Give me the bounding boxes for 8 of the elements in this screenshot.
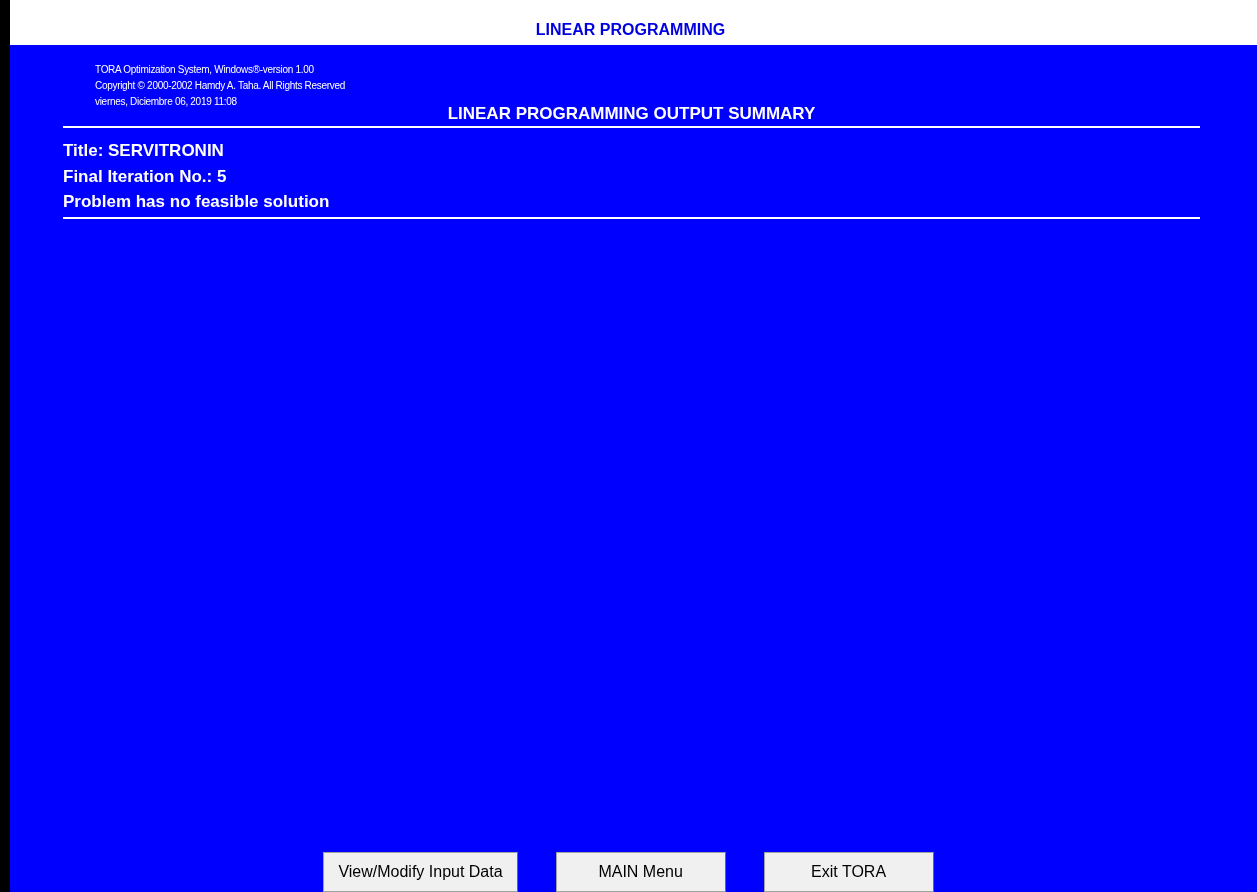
action-button[interactable]: Exit TORA: [763, 852, 934, 892]
summary-line: Final Iteration No.: 5: [63, 165, 228, 188]
action-button[interactable]: MAIN Menu: [555, 852, 726, 892]
header-text: Copyright © 2000-2002 Hamdy A. Taha. All Rights Reserved: [95, 79, 346, 93]
summary-line: Problem has no feasible solution: [63, 191, 331, 213]
summary-line: Title: SERVITRONIN: [63, 140, 225, 162]
action-button[interactable]: View/Modify Input Data: [323, 852, 518, 892]
header-text: TORA Optimization System, Windows®-version 1.00: [95, 63, 315, 77]
